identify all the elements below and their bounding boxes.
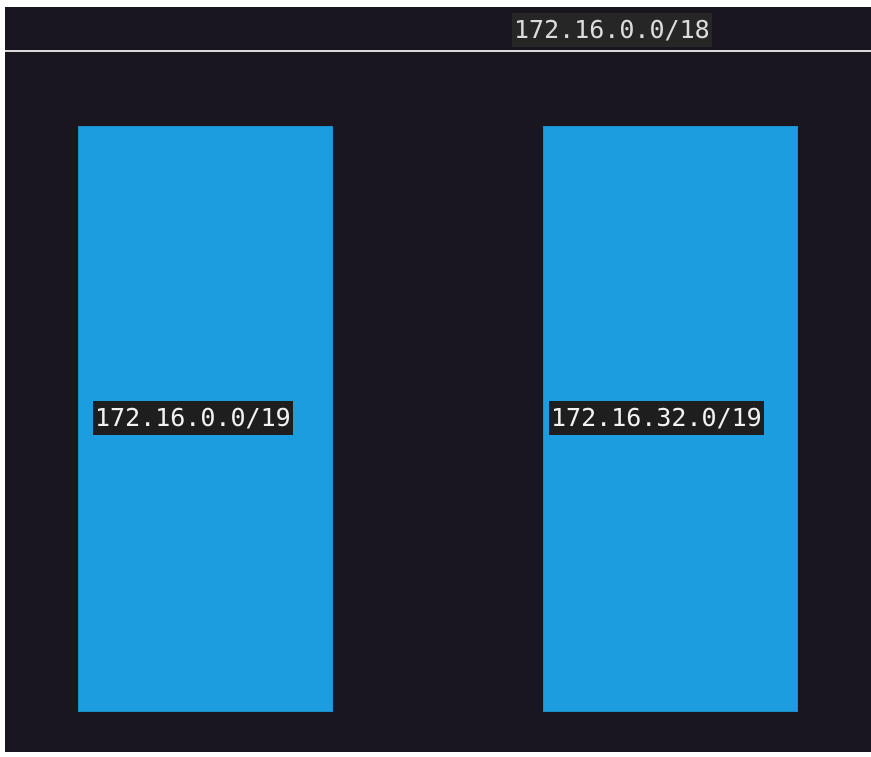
parent-boundary-line (5, 50, 871, 52)
subnet-block-1[interactable]: 172.16.0.0/19 (78, 126, 333, 712)
parent-cidr-label: 172.16.0.0/18 (512, 13, 712, 47)
subnet-cidr-label: 172.16.0.0/19 (93, 401, 293, 435)
subnet-block-2[interactable]: 172.16.32.0/19 (543, 126, 798, 712)
subnet-cidr-label: 172.16.32.0/19 (549, 401, 764, 435)
